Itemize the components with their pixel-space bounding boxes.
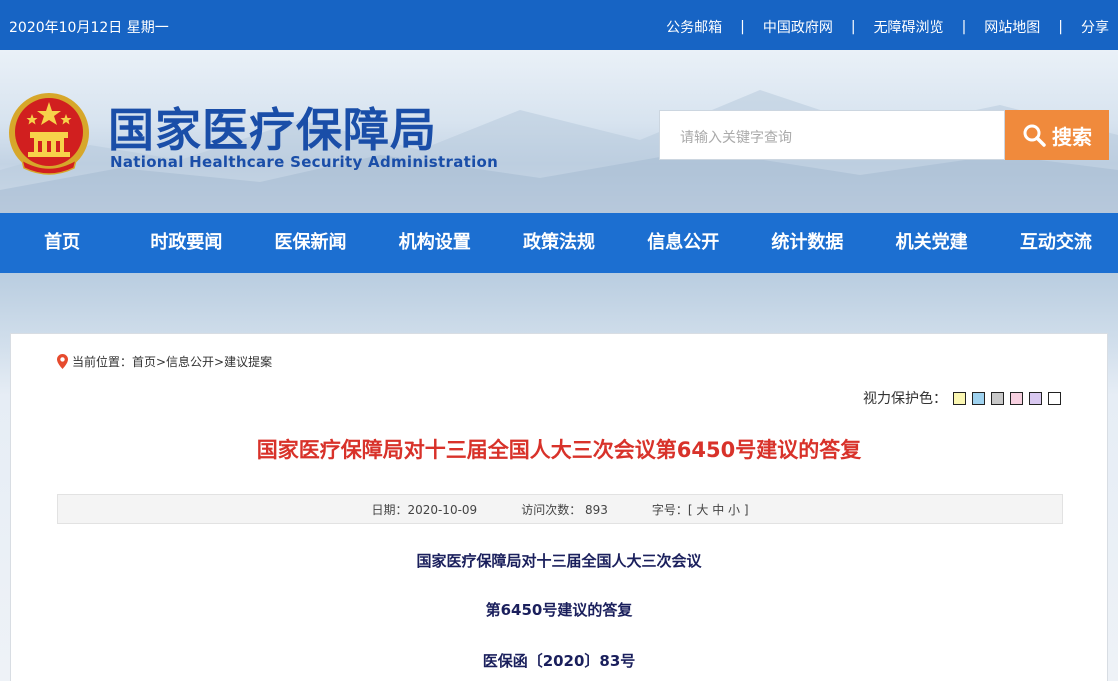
nav-item-disclosure[interactable]: 信息公开 [621,213,745,273]
top-link-gov[interactable]: 中国政府网 [763,17,833,37]
nav-item-party[interactable]: 机关党建 [870,213,994,273]
eye-care-swatch-purple[interactable] [1029,391,1042,405]
document-line-2: 第6450号建议的答复 [485,601,633,619]
eye-care-swatch-white[interactable] [1048,391,1061,405]
search-box: 请输入关键字查询 搜索 [659,110,1109,160]
top-link-accessibility[interactable]: 无障碍浏览 [874,17,944,37]
eye-care-swatch-blue[interactable] [972,391,985,405]
top-link-share[interactable]: 分享 [1081,17,1109,37]
top-link-mail[interactable]: 公务邮箱 [666,17,722,37]
nav-item-politics[interactable]: 时政要闻 [124,213,248,273]
document-line-1: 国家医疗保障局对十三届全国人大三次会议 [416,552,702,570]
nav-item-organization[interactable]: 机构设置 [373,213,497,273]
nav-item-policy[interactable]: 政策法规 [497,213,621,273]
font-size-switcher[interactable]: 字号：[ 大 中 小 ] [652,501,749,518]
eye-care-colors: 视力保护色： [863,388,1061,408]
eye-care-label: 视力保护色： [863,391,947,407]
nav-item-interaction[interactable]: 互动交流 [994,213,1118,273]
breadcrumb: 当前位置：首页>信息公开>建议提案 [57,353,272,370]
national-emblem-icon [9,93,89,175]
article-meta: 日期：2020-10-09 访问次数： 893 字号：[ 大 中 小 ] [57,494,1063,524]
top-link-separator: | [740,19,745,35]
current-date: 2020年10月12日 星期一 [9,20,169,36]
search-button-label: 搜索 [1052,124,1092,149]
site-logo-english: National Healthcare Security Administrat… [110,153,499,171]
search-icon [1023,124,1046,147]
nav-item-news[interactable]: 医保新闻 [248,213,372,273]
search-input[interactable]: 请输入关键字查询 [659,110,1005,160]
top-link-sitemap[interactable]: 网站地图 [984,17,1040,37]
article-visits: 访问次数： 893 [521,502,608,517]
site-header: 国家医疗保障局 National Healthcare Security Adm… [0,50,1118,213]
breadcrumb-text[interactable]: 当前位置：首页>信息公开>建议提案 [72,353,272,370]
document-number: 医保函〔2020〕83号 [482,652,636,670]
top-link-separator: | [1058,19,1063,35]
top-bar: 2020年10月12日 星期一 公务邮箱 | 中国政府网 | 无障碍浏览 | 网… [0,0,1118,50]
top-link-separator: | [961,19,967,35]
article-date: 日期：2020-10-09 [371,502,478,517]
search-button[interactable]: 搜索 [1005,110,1109,160]
article-title: 国家医疗保障局对十三届全国人大三次会议第6450号建议的答复 [256,438,862,462]
nav-item-statistics[interactable]: 统计数据 [745,213,869,273]
main-nav: 首页 时政要闻 医保新闻 机构设置 政策法规 信息公开 统计数据 机关党建 互动… [0,213,1118,273]
eye-care-swatch-yellow[interactable] [953,391,966,405]
top-links: 公务邮箱 | 中国政府网 | 无障碍浏览 | 网站地图 | 分享 [666,17,1109,37]
eye-care-swatch-pink[interactable] [1010,391,1023,405]
nav-item-home[interactable]: 首页 [0,213,124,273]
top-link-separator: | [850,19,856,35]
location-pin-icon [57,354,68,369]
eye-care-swatch-gray[interactable] [991,391,1004,405]
article-card: 当前位置：首页>信息公开>建议提案 视力保护色： 国家医疗保障局对十三届全国人大… [10,333,1108,681]
site-logo-chinese[interactable]: 国家医疗保障局 [108,94,437,160]
